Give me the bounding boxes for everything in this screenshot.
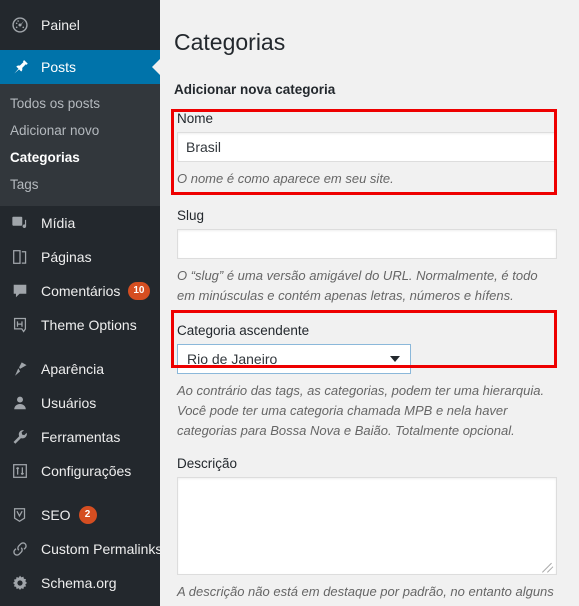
tools-icon [10,427,30,447]
page-title: Categorias [174,29,286,55]
sidebar-item-seo[interactable]: SEO 2 [0,498,160,532]
gear-icon [10,573,30,593]
sidebar-item-label: Usuários [41,395,97,411]
sidebar-item-label: Ferramentas [41,429,121,445]
sidebar-item-painel[interactable]: Painel [0,0,160,50]
sidebar-item-configuracoes[interactable]: Configurações [0,454,160,488]
name-field-help: O nome é como aparece em seu site. [177,171,394,186]
field-group-nome: Nome O nome é como aparece em seu site. [174,106,557,189]
sidebar-item-label: Mídia [41,215,76,231]
sidebar-item-label: Configurações [41,463,132,479]
description-textarea[interactable] [177,477,557,575]
sidebar-item-ferramentas[interactable]: Ferramentas [0,420,160,454]
sidebar-item-label: SEO [41,507,71,523]
field-group-categoria-ascendente: Categoria ascendente Rio de Janeiro Ao c… [174,318,557,441]
sidebar-item-label: Schema.org [41,575,117,591]
admin-sidebar: Painel Posts Todos os posts Adicionar no… [0,0,160,606]
description-field-label: Descrição [177,456,238,471]
appearance-icon [10,359,30,379]
settings-icon [10,461,30,481]
sidebar-item-paginas[interactable]: Páginas [0,240,160,274]
chevron-down-icon [390,356,400,362]
media-icon [10,213,30,233]
slug-input[interactable] [177,229,557,259]
sidebar-item-label: Comentários [41,283,121,299]
submenu-item-adicionar-novo[interactable]: Adicionar novo [0,117,160,144]
sidebar-item-midia[interactable]: Mídia [0,206,160,240]
comments-count-badge: 10 [128,282,150,300]
pin-icon [10,57,30,77]
submenu-item-tags[interactable]: Tags [0,171,160,198]
parent-category-select-value: Rio de Janeiro [177,344,411,374]
description-field-help: A descrição não está em destaque por pad… [177,584,554,606]
posts-submenu: Todos os posts Adicionar novo Categorias… [0,84,160,206]
active-menu-arrow-icon [152,59,160,75]
slug-field-help: O “slug” é uma versão amigável do URL. N… [177,268,538,303]
sidebar-item-label: Páginas [41,249,92,265]
parent-category-field-label: Categoria ascendente [177,323,310,338]
seo-count-badge: 2 [78,506,97,524]
name-input[interactable] [177,132,557,162]
users-icon [10,393,30,413]
sidebar-item-theme-options[interactable]: Theme Options [0,308,160,342]
seo-icon [10,505,30,525]
resize-handle-icon[interactable] [542,560,555,573]
sidebar-item-label: Posts [41,59,77,75]
sidebar-separator [0,342,160,352]
parent-category-select[interactable]: Rio de Janeiro [177,344,411,374]
sidebar-separator [0,488,160,498]
name-field-label: Nome [177,111,214,126]
sidebar-item-custom-permalinks[interactable]: Custom Permalinks [0,532,160,566]
slug-field-label: Slug [177,208,205,223]
main-content: Categorias Adicionar nova categoria Nome… [160,0,579,606]
section-heading-adicionar-nova-categoria: Adicionar nova categoria [174,82,336,97]
sidebar-item-label: Aparência [41,361,105,377]
submenu-item-todos-os-posts[interactable]: Todos os posts [0,90,160,117]
sidebar-item-comentarios[interactable]: Comentários 10 [0,274,160,308]
theme-options-icon [10,315,30,335]
sidebar-item-posts[interactable]: Posts [0,50,160,84]
sidebar-item-usuarios[interactable]: Usuários [0,386,160,420]
sidebar-item-label: Custom Permalinks [41,541,160,557]
sidebar-item-aparencia[interactable]: Aparência [0,352,160,386]
link-icon [10,539,30,559]
field-group-slug: Slug O “slug” é uma versão amigável do U… [174,203,557,306]
field-group-descricao: Descrição A descrição não está em destaq… [174,451,557,606]
pages-icon [10,247,30,267]
comments-icon [10,281,30,301]
sidebar-item-label: Painel [41,17,80,33]
sidebar-item-label: Theme Options [41,317,137,333]
submenu-item-categorias[interactable]: Categorias [0,144,160,171]
sidebar-item-schema-org[interactable]: Schema.org [0,566,160,600]
parent-category-field-help: Ao contrário das tags, as categorias, po… [177,383,545,438]
wordpress-admin-screen: Painel Posts Todos os posts Adicionar no… [0,0,579,606]
dashboard-icon [10,15,30,35]
